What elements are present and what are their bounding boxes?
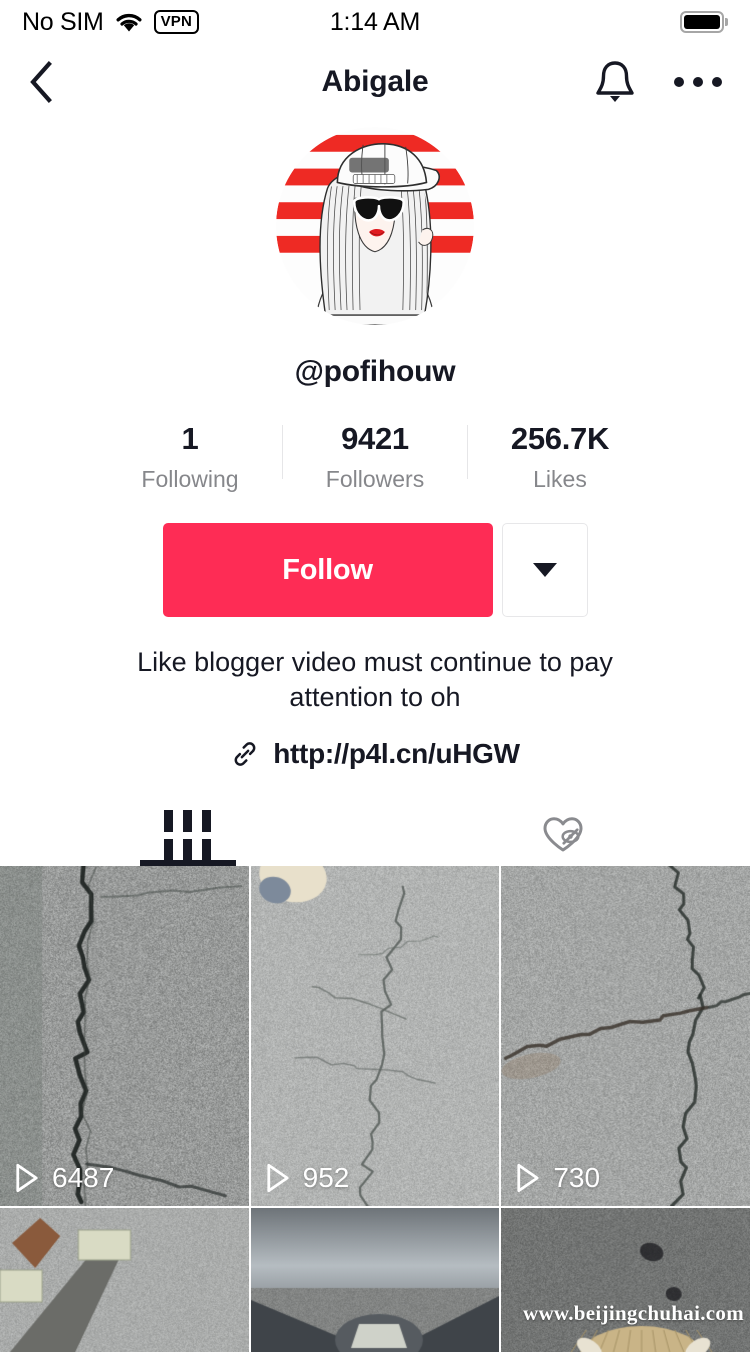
thumb-canvas-1 [0,866,249,1207]
profile-link-text: http://p4l.cn/uHGW [273,738,520,770]
vpn-badge: VPN [153,9,200,35]
more-actions-dropdown-button[interactable] [501,523,588,617]
stat-likes[interactable]: 256.7K Likes [468,421,652,493]
profile-header: @pofihouw 1 Following 9421 Followers 256… [0,127,750,770]
status-right-group [679,11,728,33]
profile-link[interactable]: http://p4l.cn/uHGW [0,738,750,770]
thumb-canvas-5 [250,1208,500,1352]
link-icon [234,742,256,766]
notification-button[interactable] [594,58,636,106]
thumb-canvas-2 [250,866,500,1207]
view-count-1: 6487 [14,1162,114,1194]
views-text-1: 6487 [52,1162,115,1194]
video-thumbnail-5[interactable] [250,1208,500,1352]
play-icon [517,1164,539,1193]
dot-2 [693,77,703,87]
followers-count: 9421 [341,421,409,456]
video-thumbnail-1[interactable]: 6487 [0,866,249,1207]
status-bar: No SIM VPN 1:14 AM [0,0,750,44]
view-count-2: 952 [265,1162,350,1194]
view-count-3: 730 [515,1162,600,1194]
more-options-button[interactable] [674,77,722,87]
following-label: Following [141,466,239,492]
tab-videos[interactable] [0,804,375,867]
back-button[interactable] [28,61,72,103]
likes-count: 256.7K [510,421,610,456]
following-count: 1 [181,421,199,456]
profile-stats: 1 Following 9421 Followers 256.7K Likes [0,421,750,493]
battery-nub [725,18,728,26]
video-grid: 6487 952 730 www.beijingchuhai.com [0,866,750,1352]
dot-1 [674,77,684,87]
follow-button[interactable]: Follow [162,523,493,617]
profile-bio: Like blogger video must continue to pay … [137,647,613,712]
battery-icon [679,11,724,33]
dot-3 [712,77,722,87]
likes-label: Likes [533,466,587,492]
views-text-2: 952 [302,1162,350,1194]
site-watermark: www.beijingchuhai.com [523,1301,744,1326]
profile-handle: @pofihouw [294,355,456,388]
status-left-group: No SIM VPN [22,7,200,37]
avatar-illustration [276,127,474,325]
play-icon [267,1164,289,1193]
video-thumbnail-6[interactable]: www.beijingchuhai.com [501,1208,750,1352]
wifi-icon [116,13,142,32]
video-thumbnail-4[interactable] [0,1208,249,1352]
stat-followers[interactable]: 9421 Followers [283,421,467,493]
stat-following[interactable]: 1 Following [98,421,282,493]
profile-actions: Follow [0,523,750,617]
profile-tabs [0,804,750,867]
avatar[interactable] [276,127,474,325]
bell-icon [596,61,634,102]
grid-icon [164,809,211,861]
thumb-canvas-3 [501,866,750,1207]
views-text-3: 730 [553,1162,601,1194]
video-thumbnail-3[interactable]: 730 [501,866,750,1207]
heart-hidden-icon [543,817,582,852]
chevron-left-icon [30,61,52,103]
chevron-down-icon [532,563,557,577]
navigation-bar: Abigale [0,44,750,120]
tab-liked[interactable] [375,804,750,866]
carrier-label: No SIM [22,7,104,36]
play-icon [16,1164,38,1193]
nav-actions [594,58,722,106]
followers-label: Followers [325,466,425,492]
thumb-canvas-6 [501,1208,750,1352]
video-thumbnail-2[interactable]: 952 [250,866,500,1207]
thumb-canvas-4 [0,1208,249,1352]
